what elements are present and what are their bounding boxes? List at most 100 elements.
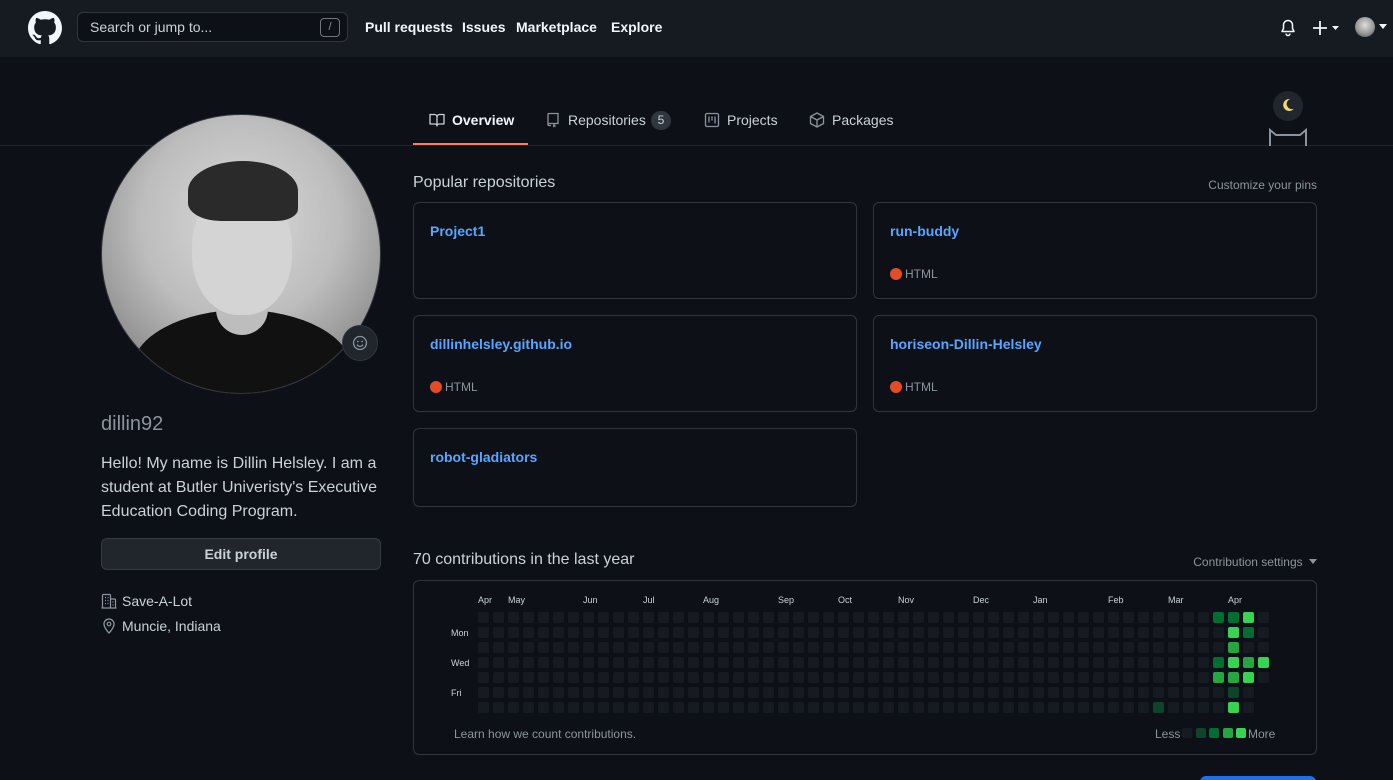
contribution-day-cell[interactable] (1123, 642, 1134, 653)
contribution-settings-dropdown[interactable]: Contribution settings (1193, 555, 1317, 569)
contribution-day-cell[interactable] (1213, 627, 1224, 638)
contribution-day-cell[interactable] (1243, 612, 1254, 623)
contribution-day-cell[interactable] (583, 642, 594, 653)
contribution-day-cell[interactable] (1243, 642, 1254, 653)
contribution-day-cell[interactable] (508, 702, 519, 713)
nav-issues[interactable]: Issues (462, 19, 506, 35)
contribution-day-cell[interactable] (1093, 672, 1104, 683)
contribution-day-cell[interactable] (1063, 672, 1074, 683)
contribution-day-cell[interactable] (1018, 702, 1029, 713)
contribution-day-cell[interactable] (1063, 627, 1074, 638)
contribution-day-cell[interactable] (493, 687, 504, 698)
contribution-day-cell[interactable] (613, 627, 624, 638)
contribution-day-cell[interactable] (1168, 657, 1179, 668)
contribution-day-cell[interactable] (1243, 657, 1254, 668)
contribution-day-cell[interactable] (1048, 612, 1059, 623)
contribution-day-cell[interactable] (478, 642, 489, 653)
contribution-day-cell[interactable] (718, 672, 729, 683)
contribution-day-cell[interactable] (808, 612, 819, 623)
contribution-day-cell[interactable] (778, 612, 789, 623)
contribution-day-cell[interactable] (658, 627, 669, 638)
contribution-day-cell[interactable] (808, 687, 819, 698)
nav-marketplace[interactable]: Marketplace (516, 19, 597, 35)
contribution-day-cell[interactable] (1258, 657, 1269, 668)
contribution-day-cell[interactable] (673, 657, 684, 668)
contribution-day-cell[interactable] (868, 627, 879, 638)
contribution-day-cell[interactable] (523, 657, 534, 668)
contribution-day-cell[interactable] (1183, 702, 1194, 713)
contribution-day-cell[interactable] (1123, 672, 1134, 683)
contribution-day-cell[interactable] (1018, 627, 1029, 638)
contribution-day-cell[interactable] (553, 702, 564, 713)
contribution-day-cell[interactable] (493, 627, 504, 638)
contribution-day-cell[interactable] (568, 627, 579, 638)
nav-pull-requests[interactable]: Pull requests (365, 19, 453, 35)
contribution-day-cell[interactable] (808, 642, 819, 653)
contribution-day-cell[interactable] (643, 657, 654, 668)
contribution-day-cell[interactable] (703, 612, 714, 623)
contribution-day-cell[interactable] (583, 612, 594, 623)
contribution-day-cell[interactable] (1093, 657, 1104, 668)
contribution-day-cell[interactable] (478, 672, 489, 683)
contribution-day-cell[interactable] (478, 702, 489, 713)
contribution-day-cell[interactable] (733, 627, 744, 638)
contribution-day-cell[interactable] (1018, 672, 1029, 683)
contribution-day-cell[interactable] (763, 702, 774, 713)
contribution-day-cell[interactable] (673, 627, 684, 638)
contribution-day-cell[interactable] (493, 612, 504, 623)
contribution-day-cell[interactable] (688, 672, 699, 683)
contribution-day-cell[interactable] (538, 612, 549, 623)
contribution-day-cell[interactable] (1078, 672, 1089, 683)
contribution-day-cell[interactable] (868, 612, 879, 623)
contribution-day-cell[interactable] (703, 672, 714, 683)
contribution-day-cell[interactable] (988, 702, 999, 713)
contribution-day-cell[interactable] (853, 612, 864, 623)
contribution-day-cell[interactable] (838, 672, 849, 683)
contribution-day-cell[interactable] (1168, 702, 1179, 713)
contribution-day-cell[interactable] (1078, 627, 1089, 638)
contribution-day-cell[interactable] (943, 657, 954, 668)
contribution-day-cell[interactable] (1138, 612, 1149, 623)
contribution-day-cell[interactable] (1213, 702, 1224, 713)
contribution-day-cell[interactable] (658, 657, 669, 668)
contribution-day-cell[interactable] (808, 672, 819, 683)
contribution-day-cell[interactable] (793, 672, 804, 683)
contribution-day-cell[interactable] (643, 702, 654, 713)
tab-projects[interactable]: Projects (704, 110, 784, 146)
contribution-day-cell[interactable] (703, 627, 714, 638)
contribution-day-cell[interactable] (673, 687, 684, 698)
contribution-day-cell[interactable] (853, 657, 864, 668)
contribution-day-cell[interactable] (493, 672, 504, 683)
contribution-day-cell[interactable] (793, 627, 804, 638)
contribution-day-cell[interactable] (643, 687, 654, 698)
set-status-button[interactable] (342, 325, 378, 361)
contribution-day-cell[interactable] (943, 702, 954, 713)
learn-contributions-link[interactable]: Learn how we count contributions. (454, 727, 636, 741)
contribution-day-cell[interactable] (1198, 702, 1209, 713)
contribution-day-cell[interactable] (553, 642, 564, 653)
contribution-day-cell[interactable] (1108, 702, 1119, 713)
contribution-day-cell[interactable] (1198, 642, 1209, 653)
contribution-day-cell[interactable] (568, 642, 579, 653)
contribution-day-cell[interactable] (988, 657, 999, 668)
contribution-day-cell[interactable] (1063, 687, 1074, 698)
repo-link[interactable]: Project1 (430, 223, 485, 239)
contribution-day-cell[interactable] (613, 702, 624, 713)
contribution-day-cell[interactable] (598, 642, 609, 653)
contribution-day-cell[interactable] (913, 702, 924, 713)
contribution-day-cell[interactable] (748, 612, 759, 623)
contribution-day-cell[interactable] (1228, 612, 1239, 623)
contribution-day-cell[interactable] (1153, 612, 1164, 623)
contribution-day-cell[interactable] (868, 702, 879, 713)
contribution-day-cell[interactable] (538, 672, 549, 683)
contribution-day-cell[interactable] (733, 687, 744, 698)
contribution-day-cell[interactable] (1003, 642, 1014, 653)
contribution-day-cell[interactable] (1108, 657, 1119, 668)
contribution-day-cell[interactable] (508, 627, 519, 638)
contribution-day-cell[interactable] (613, 642, 624, 653)
contribution-day-cell[interactable] (493, 657, 504, 668)
contribution-day-cell[interactable] (1123, 687, 1134, 698)
contribution-day-cell[interactable] (553, 627, 564, 638)
contribution-day-cell[interactable] (1108, 687, 1119, 698)
contribution-day-cell[interactable] (898, 657, 909, 668)
